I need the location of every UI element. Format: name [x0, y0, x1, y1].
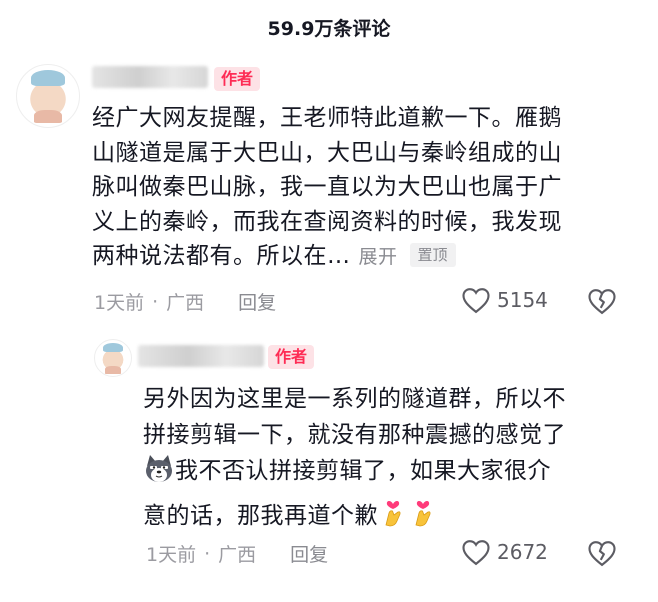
meta-separator: · [152, 290, 159, 313]
comment-time: 1天前 [94, 292, 145, 314]
finger-heart-emoji-icon [408, 495, 438, 540]
broken-heart-icon [588, 541, 616, 567]
expand-button[interactable]: 展开 [359, 246, 398, 268]
author-badge: 作者 [268, 345, 315, 369]
username-blurred[interactable] [138, 345, 264, 367]
comment-meta: 1天前 · 广西 回复 [94, 288, 276, 315]
like-button[interactable]: 2672 [461, 538, 548, 566]
broken-heart-icon [588, 289, 616, 315]
comments-count-title: 59.9万条评论 [267, 18, 391, 40]
comment-meta: 1天前 · 广西 回复 [146, 540, 328, 567]
dislike-button[interactable] [587, 539, 617, 571]
meta-separator: · [204, 542, 211, 565]
heart-outline-icon [462, 540, 490, 566]
avatar[interactable] [94, 339, 132, 377]
comment-text[interactable]: 另外因为这里是一系列的隧道群，所以不 拼接剪辑一下，就没有那种震撼的感觉了 我不… [143, 381, 653, 540]
like-button[interactable]: 5154 [461, 286, 548, 314]
reply-button[interactable]: 回复 [238, 288, 276, 315]
comment-time: 1天前 [146, 544, 197, 566]
dislike-button[interactable] [587, 287, 617, 319]
husky-emoji-icon [143, 454, 175, 495]
heart-outline-icon [462, 288, 490, 314]
comment-location: 广西 [166, 292, 205, 314]
reply-button[interactable]: 回复 [290, 540, 328, 567]
like-count: 5154 [497, 288, 548, 312]
comment-text[interactable]: 经广大网友提醒，王老师特此道歉一下。雁鹅 山隧道是属于大巴山，大巴山与秦岭组成的… [92, 101, 652, 275]
username-blurred[interactable] [92, 66, 208, 88]
pinned-badge: 置顶 [409, 243, 456, 267]
avatar[interactable] [16, 64, 80, 128]
finger-heart-emoji-icon [378, 495, 408, 540]
comment-location: 广西 [218, 544, 257, 566]
author-badge: 作者 [214, 67, 261, 91]
like-count: 2672 [497, 540, 548, 564]
